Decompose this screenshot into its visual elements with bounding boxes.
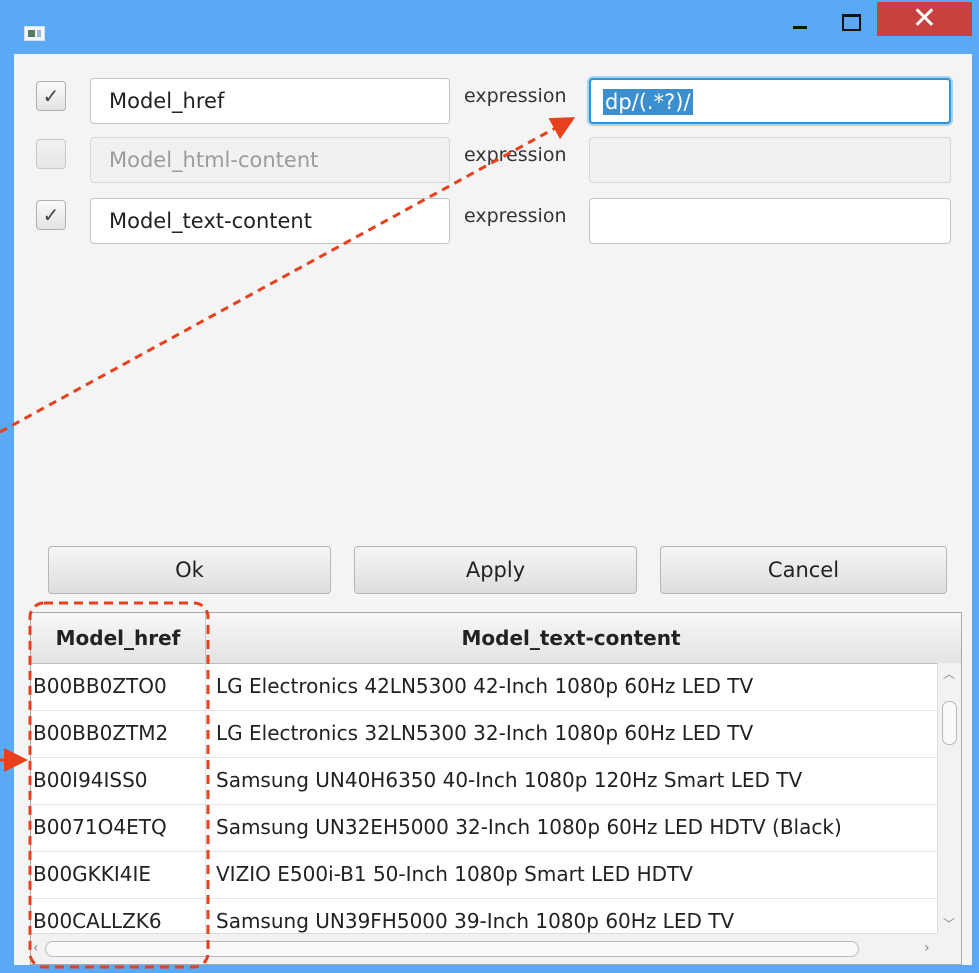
field-3-name-input[interactable]: Model_text-content — [90, 198, 450, 244]
scrollbar-corner — [937, 933, 961, 964]
ok-button[interactable]: Ok — [48, 546, 331, 594]
table-row[interactable]: B00I94ISS0 Samsung UN40H6350 40-Inch 1080… — [31, 757, 937, 805]
table-row[interactable]: B00BB0ZTO0 LG Electronics 42LN5300 42-Inc… — [31, 663, 937, 711]
cell-model-href: B0071O4ETQ — [33, 815, 167, 839]
cell-model-text-content: Samsung UN32EH5000 32-Inch 1080p 60Hz LE… — [205, 804, 946, 851]
cell-model-href: B00GKKI4IE — [33, 862, 152, 886]
cancel-button[interactable]: Cancel — [660, 546, 947, 594]
field-2-name-input[interactable]: Model_html-content — [90, 137, 450, 183]
field-1-checkbox[interactable]: ✓ — [36, 81, 66, 111]
table-row[interactable]: B00GKKI4IE VIZIO E500i-B1 50-Inch 1080p S… — [31, 851, 937, 899]
table-row[interactable]: B0071O4ETQ Samsung UN32EH5000 32-Inch 108… — [31, 804, 937, 852]
cell-model-href: B00I94ISS0 — [33, 768, 148, 792]
field-2-expression-label: expression — [464, 144, 567, 166]
field-3-expression-label: expression — [464, 205, 567, 227]
field-1-name-input[interactable]: Model_href — [90, 78, 450, 124]
minimize-button[interactable] — [779, 4, 821, 42]
field-1-expression-input[interactable]: dp/(.*?)/ — [589, 78, 951, 124]
field-3-checkbox[interactable]: ✓ — [36, 200, 66, 230]
cell-model-text-content: LG Electronics 42LN5300 42-Inch 1080p 60… — [205, 663, 946, 710]
field-3-expression-input[interactable] — [589, 198, 951, 244]
column-header-model-text-content[interactable]: Model_text-content — [206, 613, 936, 663]
close-icon: ✕ — [911, 1, 938, 36]
cell-model-text-content: Samsung UN40H6350 40-Inch 1080p 120Hz Sm… — [205, 757, 946, 804]
scroll-right-icon[interactable]: › — [924, 940, 930, 956]
vertical-scroll-thumb[interactable] — [942, 701, 957, 745]
scroll-left-icon[interactable]: ‹ — [33, 940, 39, 956]
field-1-expression-value: dp/(.*?)/ — [603, 89, 693, 115]
table-header: Model_href Model_text-content — [31, 613, 961, 664]
app-icon — [24, 26, 45, 41]
scroll-down-icon[interactable]: ﹀ — [943, 915, 955, 932]
cell-model-text-content: VIZIO E500i-B1 50-Inch 1080p Smart LED H… — [205, 851, 946, 898]
cell-model-text-content: LG Electronics 32LN5300 32-Inch 1080p 60… — [205, 710, 946, 757]
cell-model-href: B00BB0ZTM2 — [33, 721, 169, 745]
vertical-scrollbar[interactable]: ︿ ﹀ — [937, 663, 961, 933]
maximize-button[interactable] — [830, 4, 872, 42]
minimize-icon — [793, 26, 807, 29]
column-header-model-href[interactable]: Model_href — [31, 613, 206, 663]
close-button[interactable]: ✕ — [877, 2, 972, 36]
scroll-up-icon[interactable]: ︿ — [943, 665, 955, 682]
field-2-checkbox[interactable]: ✓ — [36, 139, 66, 169]
maximize-icon — [841, 14, 861, 31]
field-2-expression-input[interactable] — [589, 137, 951, 183]
horizontal-scroll-thumb[interactable] — [45, 941, 859, 957]
app-window: ✕ ✓ Model_href expression dp/(.*?)/ ✓ Mo… — [0, 0, 979, 973]
apply-button[interactable]: Apply — [354, 546, 637, 594]
title-bar[interactable]: ✕ — [0, 0, 979, 54]
field-1-expression-label: expression — [464, 85, 567, 107]
results-table: Model_href Model_text-content B00BB0ZTO0… — [30, 612, 962, 965]
horizontal-scrollbar[interactable]: ‹ › — [31, 933, 937, 964]
table-row[interactable]: B00BB0ZTM2 LG Electronics 32LN5300 32-Inc… — [31, 710, 937, 758]
cell-model-href: B00BB0ZTO0 — [33, 674, 167, 698]
